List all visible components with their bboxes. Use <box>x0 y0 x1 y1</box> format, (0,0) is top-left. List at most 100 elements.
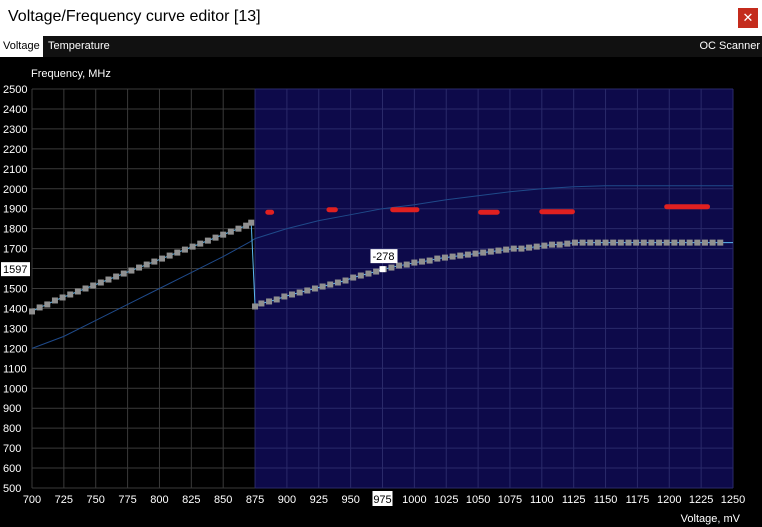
curve-point[interactable] <box>679 239 686 246</box>
y-tick-label: 600 <box>3 463 21 475</box>
curve-point[interactable] <box>403 261 410 268</box>
curve-point[interactable] <box>350 274 357 281</box>
curve-point[interactable] <box>388 264 395 271</box>
curve-point[interactable] <box>159 255 166 262</box>
curve-point[interactable] <box>204 237 211 244</box>
curve-point[interactable] <box>189 243 196 250</box>
curve-point[interactable] <box>709 239 716 246</box>
x-tick-label: 1050 <box>466 494 490 506</box>
curve-point[interactable] <box>518 245 525 252</box>
curve-point[interactable] <box>396 262 403 269</box>
curve-point[interactable] <box>67 291 74 298</box>
curve-point[interactable] <box>327 281 334 288</box>
curve-point[interactable] <box>74 288 81 295</box>
curve-point[interactable] <box>686 239 693 246</box>
curve-point[interactable] <box>495 247 502 254</box>
curve-point[interactable] <box>587 239 594 246</box>
curve-point[interactable] <box>334 279 341 286</box>
curve-point[interactable] <box>82 285 89 292</box>
curve-point[interactable] <box>248 219 255 226</box>
curve-point[interactable] <box>640 239 647 246</box>
curve-point[interactable] <box>503 246 510 253</box>
curve-point[interactable] <box>426 257 433 264</box>
curve-point[interactable] <box>549 241 556 248</box>
curve-point[interactable] <box>281 293 288 300</box>
curve-point[interactable] <box>480 249 487 256</box>
curve-point[interactable] <box>633 239 640 246</box>
curve-point[interactable] <box>311 285 318 292</box>
curve-point[interactable] <box>602 239 609 246</box>
curve-point[interactable] <box>342 277 349 284</box>
curve-point[interactable] <box>97 279 104 286</box>
curve-point[interactable] <box>266 298 273 305</box>
curve-point[interactable] <box>449 253 456 260</box>
y-tick-label: 2200 <box>3 144 27 156</box>
curve-point[interactable] <box>113 273 120 280</box>
x-tick-label: 1125 <box>562 494 586 506</box>
curve-point[interactable] <box>510 245 517 252</box>
curve-point[interactable] <box>472 250 479 257</box>
curve-point[interactable] <box>464 251 471 258</box>
curve-point[interactable] <box>648 239 655 246</box>
y-tick-label: 2300 <box>3 124 27 136</box>
curve-point[interactable] <box>304 287 311 294</box>
curve-point[interactable] <box>90 282 97 289</box>
vf-curve-chart[interactable]: Frequency, MHz Voltage, mV 500 600 700 800 900… <box>0 0 762 527</box>
y-tick-label: 1300 <box>3 323 27 335</box>
curve-point[interactable] <box>487 248 494 255</box>
curve-point[interactable] <box>29 308 35 315</box>
curve-point[interactable] <box>197 240 204 247</box>
curve-point[interactable] <box>656 239 663 246</box>
curve-point[interactable] <box>533 243 540 250</box>
curve-point[interactable] <box>663 239 670 246</box>
curve-point[interactable] <box>227 228 234 235</box>
curve-point[interactable] <box>671 239 678 246</box>
curve-point[interactable] <box>212 234 219 241</box>
curve-point[interactable] <box>541 242 548 249</box>
curve-point[interactable] <box>357 272 364 279</box>
curve-point[interactable] <box>289 291 296 298</box>
curve-point[interactable] <box>434 255 441 262</box>
curve-point[interactable] <box>717 239 724 246</box>
curve-point[interactable] <box>610 239 617 246</box>
curve-point[interactable] <box>181 246 188 253</box>
curve-point[interactable] <box>319 283 326 290</box>
y-tick-label: 1100 <box>3 363 27 375</box>
curve-point[interactable] <box>694 239 701 246</box>
curve-point[interactable] <box>296 289 303 296</box>
curve-point[interactable] <box>235 225 242 232</box>
curve-point[interactable] <box>258 300 265 307</box>
curve-point[interactable] <box>51 297 58 304</box>
curve-point[interactable] <box>143 261 150 268</box>
curve-point[interactable] <box>701 239 708 246</box>
curve-point[interactable] <box>411 259 418 266</box>
curve-point[interactable] <box>128 267 135 274</box>
curve-point[interactable] <box>59 294 66 301</box>
curve-point[interactable] <box>594 239 601 246</box>
curve-point[interactable] <box>252 303 259 310</box>
curve-point[interactable] <box>174 249 181 256</box>
curve-point[interactable] <box>571 239 578 246</box>
curve-point[interactable] <box>556 241 563 248</box>
curve-point[interactable] <box>220 231 227 238</box>
curve-point[interactable] <box>365 270 372 277</box>
curve-point[interactable] <box>579 239 586 246</box>
curve-point[interactable] <box>105 276 112 283</box>
curve-point[interactable] <box>526 244 533 251</box>
curve-point[interactable] <box>564 240 571 247</box>
curve-point[interactable] <box>441 254 448 261</box>
curve-point[interactable] <box>625 239 632 246</box>
curve-point[interactable] <box>44 301 51 308</box>
y-tick-label: 500 <box>3 483 21 495</box>
curve-point[interactable] <box>457 252 464 259</box>
selected-curve-point[interactable] <box>379 266 386 273</box>
curve-point[interactable] <box>151 258 158 265</box>
curve-point[interactable] <box>419 258 426 265</box>
curve-point[interactable] <box>120 270 127 277</box>
curve-point[interactable] <box>36 304 43 311</box>
curve-point[interactable] <box>166 252 173 259</box>
curve-point[interactable] <box>136 264 143 271</box>
curve-point[interactable] <box>617 239 624 246</box>
curve-point[interactable] <box>373 268 380 275</box>
curve-point[interactable] <box>273 296 280 303</box>
